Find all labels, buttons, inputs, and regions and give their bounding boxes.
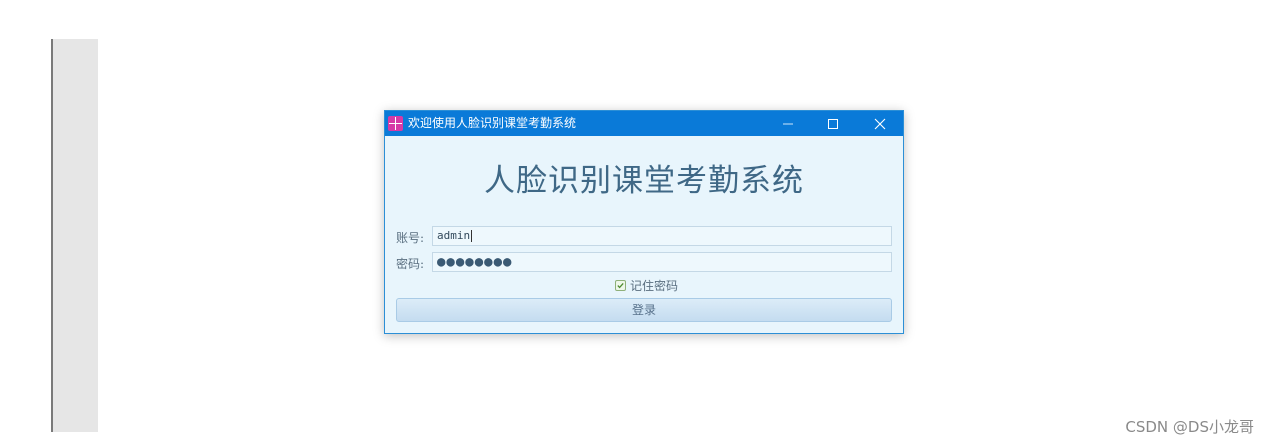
account-label: 账号: — [396, 231, 425, 245]
account-value: admin — [437, 229, 471, 242]
checkbox-box[interactable] — [615, 279, 626, 291]
remember-password-label: 记住密码 — [630, 278, 679, 293]
maximize-button[interactable] — [810, 111, 856, 136]
watermark: CSDN @DS小龙哥 — [1125, 418, 1254, 436]
login-button[interactable]: 登录 — [396, 298, 892, 322]
text-caret — [471, 230, 473, 242]
close-button[interactable] — [857, 111, 903, 136]
check-icon — [617, 282, 624, 288]
page-title: 人脸识别课堂考勤系统 — [484, 163, 804, 199]
remember-password-checkbox[interactable]: 记住密码 — [615, 278, 679, 293]
background-panel — [51, 39, 98, 432]
title-bar[interactable]: 欢迎使用人脸识别课堂考勤系统 — [385, 111, 903, 136]
login-window: 欢迎使用人脸识别课堂考勤系统 人脸识别课堂考勤系统 账号: admin 密码: … — [384, 110, 904, 334]
app-icon — [388, 116, 403, 131]
minimize-icon — [783, 123, 793, 125]
password-label: 密码: — [396, 257, 425, 271]
account-input[interactable]: admin — [432, 226, 892, 246]
password-input[interactable]: ●●●●●●●● — [432, 252, 892, 272]
desktop: 欢迎使用人脸识别课堂考勤系统 人脸识别课堂考勤系统 账号: admin 密码: … — [0, 0, 1270, 445]
maximize-icon — [828, 119, 838, 129]
minimize-button[interactable] — [765, 111, 811, 136]
window-title: 欢迎使用人脸识别课堂考勤系统 — [408, 116, 577, 130]
password-mask: ●●●●●●●● — [437, 254, 513, 270]
close-icon — [874, 118, 886, 130]
